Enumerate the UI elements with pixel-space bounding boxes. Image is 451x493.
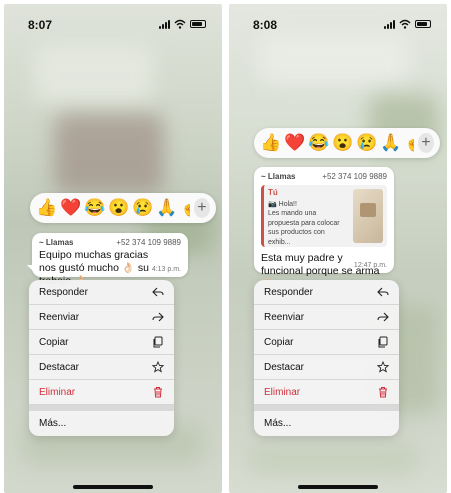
phone-screen-right: 8:08 👍 ❤️ 😂 😮 😢 🙏 🤞 + ~ Llamas +52 374 1… [229,4,447,493]
message-time: 4:13 p.m. [151,266,181,273]
signal-icon [384,19,395,29]
plus-icon[interactable]: + [193,198,210,218]
phone-screen-left: 8:07 👍 ❤️ 😂 😮 😢 🙏 🤞 + ~ Llamas +52 374 1… [4,4,222,493]
wifi-icon [174,19,186,29]
background-blur [34,44,154,104]
sender-row: ~ Llamas +52 374 109 9889 [39,238,181,247]
menu-item-star[interactable]: Destacar [254,355,399,380]
menu-item-star[interactable]: Destacar [29,355,174,380]
quote-line-1: 📷 Hola!! [268,200,297,208]
sender-name[interactable]: ~ Llamas [261,172,295,181]
forward-icon [152,311,164,323]
reaction-pray[interactable]: 🙏 [380,133,401,153]
menu-label-reply: Responder [264,286,313,298]
menu-label-forward: Reenviar [264,311,305,323]
reaction-laugh[interactable]: 😂 [84,198,105,218]
menu-item-more[interactable]: Más... [29,411,174,436]
reaction-thumbs-up[interactable]: 👍 [260,133,281,153]
home-indicator [73,485,153,489]
menu-label-copy: Copiar [264,336,294,348]
background-blur [259,34,409,84]
trash-icon [377,386,389,398]
quote-body: Tú 📷 Hola!! Les mando una propuesta para… [264,185,349,247]
menu-label-star: Destacar [264,361,305,373]
menu-item-delete[interactable]: Eliminar [29,380,174,405]
quote-line-2: Les mando una propuesta para colocar sus… [268,210,340,246]
quoted-message[interactable]: Tú 📷 Hola!! Les mando una propuesta para… [261,185,387,247]
bubble-tail [27,265,35,273]
reply-icon [377,286,389,298]
sender-phone: +52 374 109 9889 [322,172,387,181]
menu-label-more: Más... [39,418,67,429]
menu-label-reply: Responder [39,286,88,298]
plus-icon[interactable]: + [417,133,434,153]
menu-item-more[interactable]: Más... [254,411,399,436]
menu-label-copy: Copiar [39,336,69,348]
copy-icon [377,336,389,348]
reaction-surprised[interactable]: 😮 [108,198,129,218]
reaction-laugh[interactable]: 😂 [308,133,329,153]
signal-icon [159,19,170,29]
star-icon [377,361,389,373]
quote-thumbnail [353,189,383,243]
copy-icon [152,336,164,348]
reaction-pray[interactable]: 🙏 [156,198,177,218]
forward-icon [377,311,389,323]
sender-name[interactable]: ~ Llamas [39,238,73,247]
reaction-heart[interactable]: ❤️ [60,198,81,218]
star-icon [152,361,164,373]
reaction-sad[interactable]: 😢 [132,198,153,218]
status-icons [159,19,206,29]
menu-label-forward: Reenviar [39,311,80,323]
context-menu: Responder Reenviar Copiar Destacar Elimi… [254,280,399,436]
reaction-surprised[interactable]: 😮 [332,133,353,153]
trash-icon [152,386,164,398]
message-time: 12:47 p.m. [353,262,387,269]
reaction-sad[interactable]: 😢 [356,133,377,153]
sender-row: ~ Llamas +52 374 109 9889 [261,172,387,181]
reaction-bar: 👍 ❤️ 😂 😮 😢 🙏 🤞 + [30,193,216,223]
message-bubble: ~ Llamas +52 374 109 9889 Equipo muchas … [27,233,188,287]
reaction-heart[interactable]: ❤️ [284,133,305,153]
status-bar: 8:08 [229,4,447,32]
reaction-more-emoji[interactable]: 🤞 [180,198,190,218]
home-indicator [298,485,378,489]
menu-item-copy[interactable]: Copiar [29,330,174,355]
menu-item-reply[interactable]: Responder [29,280,174,305]
battery-icon [415,20,431,28]
status-time: 8:08 [253,18,278,32]
quote-author: Tú [268,188,278,197]
background-blur [249,444,419,474]
menu-label-delete: Eliminar [39,386,76,398]
context-menu: Responder Reenviar Copiar Destacar Elimi… [29,280,174,436]
battery-icon [190,20,206,28]
status-icons [384,19,431,29]
menu-label-star: Destacar [39,361,80,373]
menu-item-forward[interactable]: Reenviar [254,305,399,330]
menu-item-copy[interactable]: Copiar [254,330,399,355]
reaction-more-emoji[interactable]: 🤞 [404,133,414,153]
reaction-thumbs-up[interactable]: 👍 [36,198,57,218]
menu-label-delete: Eliminar [264,386,301,398]
menu-item-forward[interactable]: Reenviar [29,305,174,330]
reply-icon [152,286,164,298]
background-blur [54,114,164,194]
menu-label-more: Más... [264,418,292,429]
reaction-bar: 👍 ❤️ 😂 😮 😢 🙏 🤞 + [254,128,440,158]
menu-item-reply[interactable]: Responder [254,280,399,305]
sender-phone: +52 374 109 9889 [116,238,181,247]
message-bubble: ~ Llamas +52 374 109 9889 Tú 📷 Hola!! Le… [254,167,394,290]
wifi-icon [399,19,411,29]
status-bar: 8:07 [4,4,222,32]
menu-item-delete[interactable]: Eliminar [254,380,399,405]
status-time: 8:07 [28,18,53,32]
